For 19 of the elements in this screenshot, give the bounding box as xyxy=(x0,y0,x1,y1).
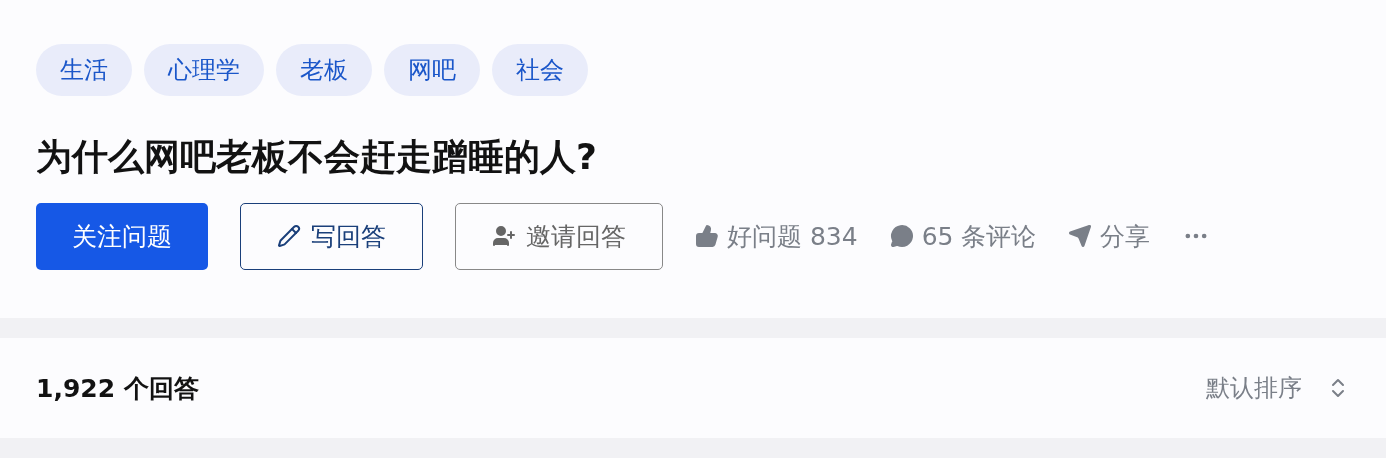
topic-tag[interactable]: 心理学 xyxy=(144,44,264,96)
topic-tag[interactable]: 网吧 xyxy=(384,44,480,96)
action-link[interactable]: 分享 xyxy=(1068,219,1151,253)
add-person-icon xyxy=(492,224,516,249)
paper-plane-icon xyxy=(1068,224,1093,249)
follow-button[interactable]: 关注问题 xyxy=(36,202,208,270)
pencil-icon xyxy=(277,224,301,249)
topic-tag[interactable]: 生活 xyxy=(36,44,132,96)
topic-tag[interactable]: 社会 xyxy=(492,44,588,96)
action-link[interactable]: 好问题 834 xyxy=(695,219,858,253)
question-title: 为什么网吧老板不会赶走蹭睡的人? xyxy=(36,135,598,179)
action-link[interactable]: 65 条评论 xyxy=(889,219,1037,253)
write-answer-button[interactable]: 写回答 xyxy=(240,202,423,270)
sort-button[interactable]: 默认排序 xyxy=(1206,372,1350,404)
thumbs-up-icon xyxy=(695,224,719,249)
speech-bubble-icon xyxy=(889,224,914,249)
invite-button[interactable]: 邀请回答 xyxy=(455,202,663,270)
topic-tag[interactable]: 老板 xyxy=(276,44,372,96)
answer-count: 1,922 个回答 xyxy=(36,372,199,405)
